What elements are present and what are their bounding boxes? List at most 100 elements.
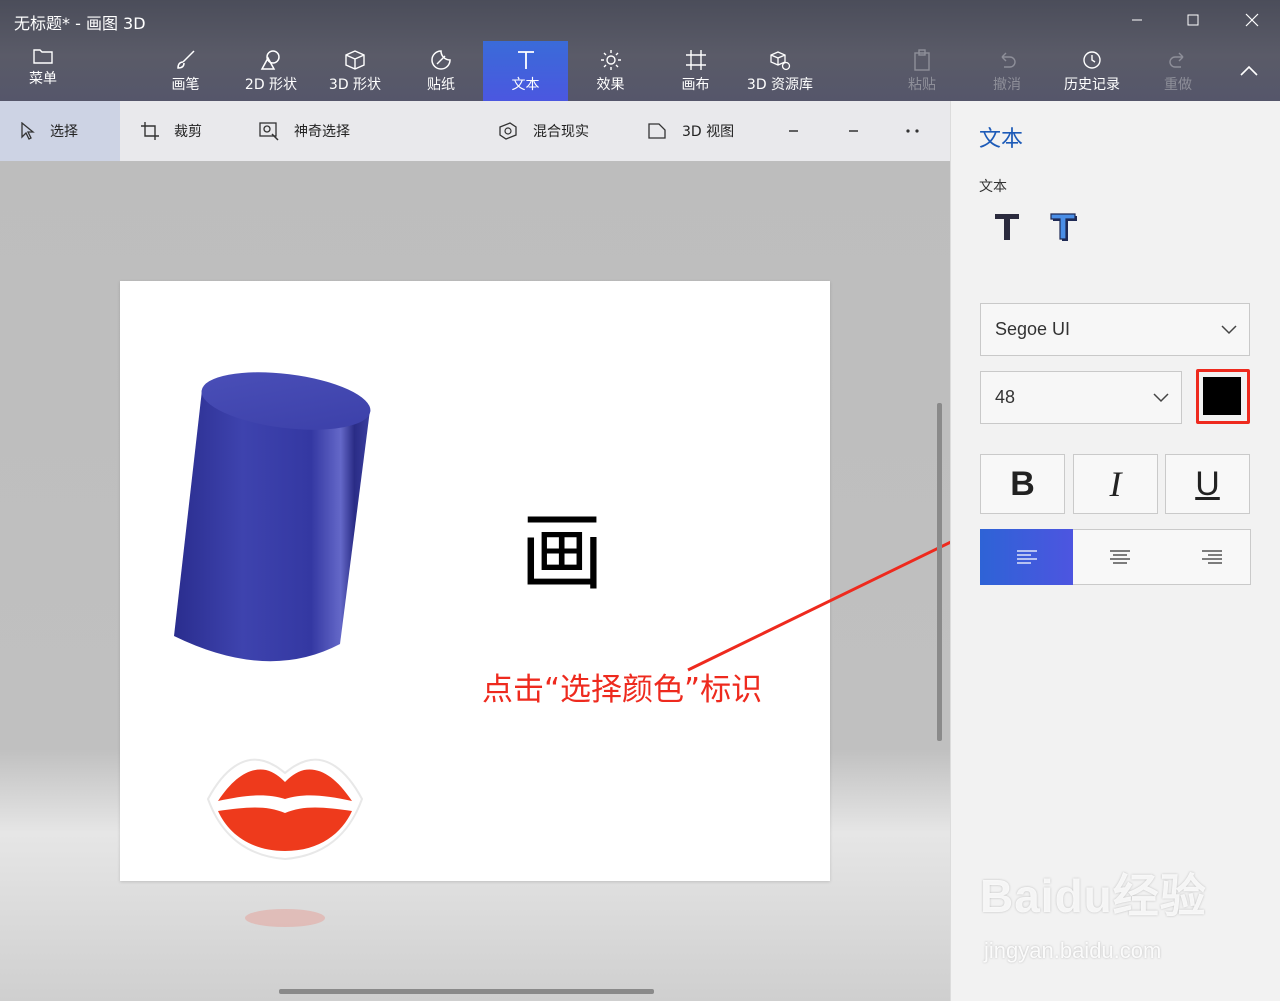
2d-text-button[interactable] [987, 206, 1027, 246]
3d-view-button[interactable]: 3D 视图 [646, 101, 734, 161]
paste-button[interactable]: 粘贴 [900, 41, 944, 101]
magic-select-button[interactable]: 神奇选择 [258, 101, 350, 161]
minimize-button[interactable] [1114, 4, 1160, 36]
tool-stickers-label: 贴纸 [427, 77, 455, 93]
tool-canvas-label: 画布 [681, 77, 710, 93]
vertical-scrollbar[interactable] [937, 403, 942, 741]
brush-icon [176, 50, 195, 69]
minimize-icon [1132, 19, 1142, 21]
paste-icon [914, 49, 930, 71]
maximize-icon [1187, 14, 1199, 26]
lips-sticker[interactable] [204, 755, 366, 865]
title-and-ribbon-bar: 无标题* - 画图 3D 菜单 画笔 2D 形状 3D 形状 贴纸 文本 效果 … [0, 0, 1280, 101]
undo-button[interactable]: 撤消 [985, 41, 1029, 101]
undo-label: 撤消 [993, 77, 1021, 93]
watermark-url: jingyan.baidu.com [984, 938, 1162, 963]
ellipsis-icon [906, 129, 919, 133]
redo-label: 重做 [1164, 77, 1192, 93]
maximize-button[interactable] [1170, 4, 1216, 36]
menu-label: 菜单 [29, 71, 57, 87]
magic-select-icon [259, 122, 279, 141]
3d-text-button[interactable] [1043, 206, 1083, 246]
align-right-icon [1201, 550, 1222, 564]
redo-icon [1169, 52, 1184, 68]
tool-stickers[interactable]: 贴纸 [412, 41, 470, 101]
cursor-icon [21, 122, 35, 140]
annotation-text: 点击“选择颜色”标识 [482, 672, 763, 708]
mixed-reality-button[interactable]: 混合现实 [497, 101, 589, 161]
tool-2d-shapes[interactable]: 2D 形状 [237, 41, 305, 101]
horizontal-scrollbar[interactable] [279, 989, 654, 994]
color-picker-highlight-box [1196, 369, 1250, 424]
close-button[interactable] [1229, 4, 1275, 36]
chevron-down-icon [1221, 324, 1237, 334]
chevron-up-icon [1240, 65, 1258, 76]
font-family-dropdown[interactable]: Segoe UI [980, 303, 1250, 356]
bold-button[interactable]: B [980, 454, 1065, 514]
secondary-toolbar: 选择 裁剪 神奇选择 混合现实 3D 视图 [0, 101, 950, 161]
3d-text-icon [1050, 213, 1077, 241]
effects-icon [600, 50, 621, 70]
tool-effects-label: 效果 [596, 77, 625, 93]
3d-view-label: 3D 视图 [682, 124, 735, 140]
tool-2d-shapes-label: 2D 形状 [244, 77, 298, 93]
align-right-button[interactable] [1165, 529, 1258, 585]
align-center-icon [1109, 550, 1130, 564]
align-left-button[interactable] [980, 529, 1073, 585]
folder-icon [33, 49, 53, 64]
tool-text[interactable]: 文本 [483, 41, 568, 101]
history-icon [1083, 51, 1101, 69]
tool-3d-library-label: 3D 资源库 [746, 77, 814, 93]
lips-reflection [245, 909, 325, 927]
tool-effects[interactable]: 效果 [583, 41, 638, 101]
chevron-down-icon [1153, 392, 1169, 402]
3d-cylinder-shape[interactable] [168, 368, 378, 674]
plus-icon [849, 130, 858, 132]
tool-3d-library[interactable]: 3D 资源库 [742, 41, 818, 101]
zoom-out-button[interactable] [788, 101, 812, 161]
tool-brush[interactable]: 画笔 [158, 41, 213, 101]
font-family-value: Segoe UI [995, 319, 1071, 339]
mixed-reality-label: 混合现实 [533, 124, 589, 140]
font-size-dropdown[interactable]: 48 [980, 371, 1182, 424]
window-title: 无标题* - 画图 3D [14, 14, 146, 33]
zoom-in-button[interactable] [848, 101, 872, 161]
2d-text-icon [995, 214, 1019, 240]
tool-3d-shapes[interactable]: 3D 形状 [321, 41, 389, 101]
redo-button[interactable]: 重做 [1156, 41, 1200, 101]
paste-label: 粘贴 [908, 77, 936, 93]
align-center-button[interactable] [1073, 529, 1166, 585]
magic-select-label: 神奇选择 [294, 124, 350, 140]
mixed-reality-icon [499, 122, 517, 140]
2d-shapes-icon [260, 50, 280, 70]
canvas-icon [685, 50, 706, 70]
3d-shapes-icon [345, 50, 365, 70]
tool-text-label: 文本 [511, 77, 540, 93]
crop-icon [141, 122, 159, 140]
menu-button[interactable]: 菜单 [16, 41, 70, 101]
collapse-ribbon-button[interactable] [1226, 55, 1272, 87]
canvas-text-object[interactable]: 画 [520, 505, 604, 601]
font-size-value: 48 [995, 387, 1016, 407]
tool-canvas[interactable]: 画布 [668, 41, 723, 101]
tool-brush-label: 画笔 [171, 77, 200, 93]
3d-view-icon [648, 123, 666, 139]
crop-label: 裁剪 [174, 124, 202, 140]
align-left-icon [1016, 550, 1037, 564]
tool-3d-shapes-label: 3D 形状 [328, 77, 382, 93]
crop-button[interactable]: 裁剪 [140, 101, 202, 161]
stickers-icon [431, 50, 451, 70]
italic-button[interactable]: I [1073, 454, 1158, 514]
panel-subtitle: 文本 [979, 179, 1007, 195]
underline-button[interactable]: U [1165, 454, 1250, 514]
select-button[interactable]: 选择 [0, 101, 120, 161]
watermark-logo: Baidu经验 [980, 870, 1207, 922]
history-label: 历史记录 [1064, 77, 1120, 93]
history-button[interactable]: 历史记录 [1058, 41, 1126, 101]
text-icon [517, 51, 534, 69]
close-icon [1245, 13, 1259, 27]
3d-library-icon [770, 51, 791, 71]
panel-title: 文本 [979, 127, 1024, 152]
more-options-button[interactable] [905, 101, 935, 161]
minus-icon [789, 130, 798, 132]
